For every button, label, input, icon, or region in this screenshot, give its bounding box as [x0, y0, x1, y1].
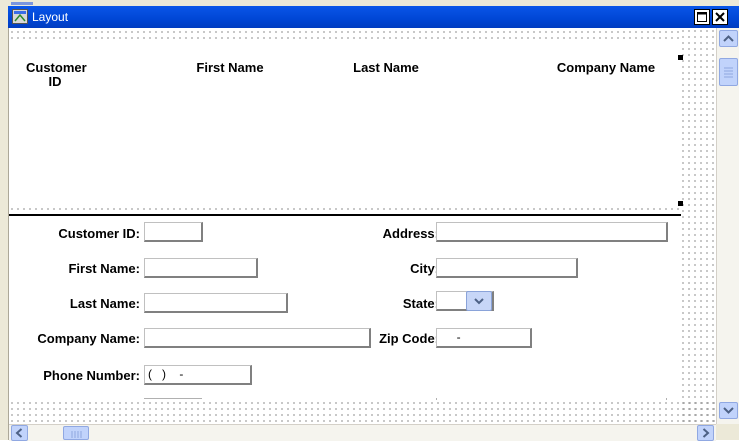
- header-grid-dots: [9, 29, 681, 39]
- scrollbar-corner: [716, 424, 739, 440]
- state-dropdown-button[interactable]: [466, 291, 492, 311]
- window-frame-left: [0, 0, 9, 440]
- column-header-first-name: First Name: [196, 60, 264, 75]
- close-icon: [715, 12, 725, 22]
- header-section[interactable]: [9, 28, 679, 206]
- column-header-customer-id: Customer ID: [26, 60, 87, 89]
- grip-icon: [724, 67, 733, 78]
- column-header-company-name: Company Name: [556, 60, 656, 75]
- column-header-line: ID: [48, 74, 62, 89]
- vertical-scrollbar[interactable]: [716, 28, 739, 424]
- horizontal-scroll-thumb[interactable]: [63, 426, 89, 440]
- window-title: Layout: [32, 10, 69, 24]
- phone-number-field[interactable]: ( ) -: [144, 365, 252, 385]
- city-label: City:: [410, 261, 439, 276]
- window-grip[interactable]: [11, 2, 33, 5]
- maximize-icon: [697, 12, 707, 22]
- address-label: Address:: [382, 226, 439, 241]
- grip-icon: [71, 431, 82, 438]
- last-name-field[interactable]: [144, 293, 288, 313]
- hidden-field-edge: [666, 398, 667, 400]
- close-button[interactable]: [712, 9, 728, 25]
- customer-id-field[interactable]: [144, 222, 203, 242]
- state-label: State:: [402, 296, 439, 311]
- city-field[interactable]: [436, 258, 578, 278]
- maximize-button[interactable]: [694, 9, 710, 25]
- window-titlebar[interactable]: Layout: [8, 6, 739, 28]
- scroll-left-button[interactable]: [11, 425, 28, 441]
- section-grid-dots: [9, 206, 681, 214]
- right-grid-area: [680, 28, 716, 424]
- bottom-grid-area: [9, 400, 716, 422]
- scroll-right-button[interactable]: [697, 425, 714, 441]
- zip-code-label: Zip Code:: [379, 331, 439, 346]
- header-resize-handle-top[interactable]: [678, 55, 683, 60]
- vertical-scroll-thumb[interactable]: [719, 58, 738, 86]
- hidden-field-edge: [436, 398, 437, 400]
- form-layout-icon: [12, 9, 28, 24]
- company-name-field[interactable]: [144, 328, 371, 348]
- zip-code-field[interactable]: -: [436, 328, 532, 348]
- company-name-label: Company Name:: [37, 331, 140, 346]
- arrow-right-icon: [702, 428, 710, 438]
- arrow-down-icon: [723, 407, 734, 414]
- arrow-left-icon: [15, 428, 23, 438]
- chevron-down-icon: [474, 298, 484, 305]
- header-resize-handle-bottom[interactable]: [678, 201, 683, 206]
- arrow-up-icon: [723, 35, 734, 42]
- scroll-down-button[interactable]: [719, 402, 738, 419]
- last-name-label: Last Name:: [69, 296, 140, 311]
- first-name-label: First Name:: [68, 261, 140, 276]
- hidden-field-edge: [144, 398, 202, 399]
- scroll-up-button[interactable]: [719, 30, 738, 47]
- customer-id-label: Customer ID:: [58, 226, 140, 241]
- phone-number-label: Phone Number:: [43, 368, 140, 383]
- section-divider[interactable]: [9, 214, 681, 216]
- column-header-last-name: Last Name: [353, 60, 419, 75]
- address-field[interactable]: [436, 222, 668, 242]
- first-name-field[interactable]: [144, 258, 258, 278]
- horizontal-scrollbar[interactable]: [9, 424, 716, 441]
- column-header-line: Customer: [26, 60, 87, 75]
